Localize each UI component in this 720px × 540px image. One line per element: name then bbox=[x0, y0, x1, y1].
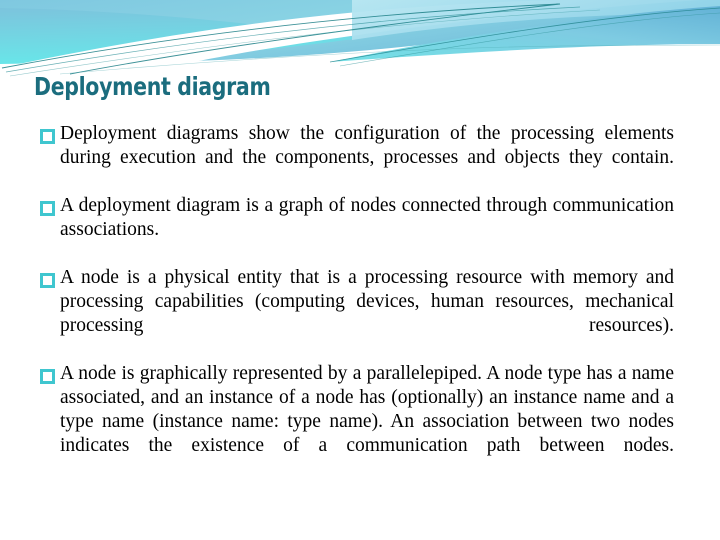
hollow-square-bullet-icon bbox=[40, 129, 55, 144]
list-item: Deployment diagrams show the configurati… bbox=[40, 122, 674, 194]
list-item-text: Deployment diagrams show the configurati… bbox=[60, 123, 674, 168]
hollow-square-bullet-icon bbox=[40, 369, 55, 384]
list-item-text: A node is graphically represented by a p… bbox=[60, 363, 674, 456]
page-title: Deployment diagram bbox=[34, 72, 271, 101]
list-item-text: A node is a physical entity that is a pr… bbox=[60, 267, 674, 336]
hollow-square-bullet-icon bbox=[40, 201, 55, 216]
list-item: A deployment diagram is a graph of nodes… bbox=[40, 194, 674, 266]
header-wave-decoration bbox=[0, 0, 720, 78]
slide: Deployment diagram Deployment diagrams s… bbox=[0, 0, 720, 540]
list-item: A node is a physical entity that is a pr… bbox=[40, 266, 674, 362]
bullet-list: Deployment diagrams show the configurati… bbox=[40, 122, 674, 482]
wave-swoosh-icon bbox=[0, 0, 720, 78]
list-item-text: A deployment diagram is a graph of nodes… bbox=[60, 195, 674, 240]
hollow-square-bullet-icon bbox=[40, 273, 55, 288]
list-item: A node is graphically represented by a p… bbox=[40, 362, 674, 482]
